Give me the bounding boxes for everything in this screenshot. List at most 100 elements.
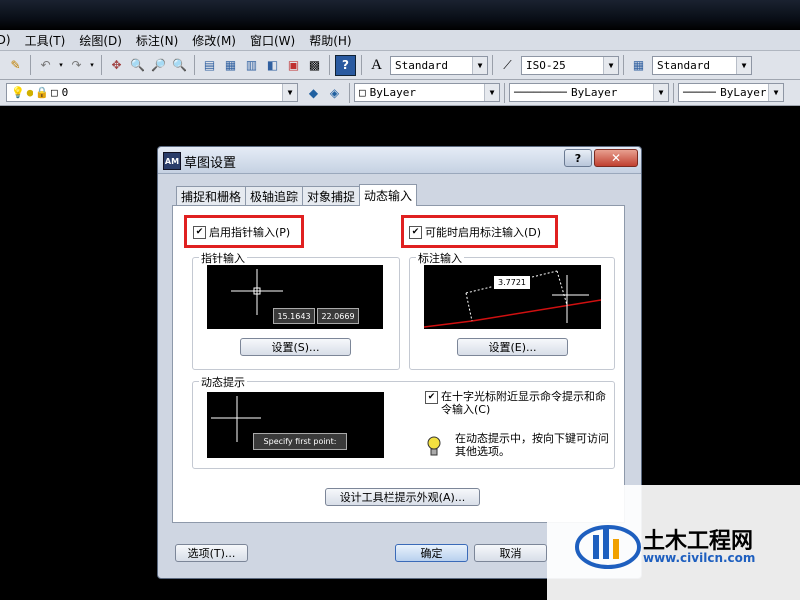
dimension-value-field: 3.7721 [493, 275, 531, 290]
text-style-icon: A [371, 56, 382, 73]
lineweight-select[interactable]: ───── ByLayer ▼ [678, 83, 784, 102]
sheet-set-icon[interactable]: ◧ [263, 56, 282, 75]
sun-icon: ● [26, 86, 34, 99]
toolbar-separator [30, 55, 31, 75]
chevron-down-icon: ▼ [282, 84, 297, 101]
layer-color-swatch: □ [51, 86, 58, 99]
tab-snap-grid[interactable]: 捕捉和栅格 [176, 186, 247, 206]
dynamic-prompts-preview: Specify first point: [207, 392, 384, 458]
toolbar-separator [623, 55, 624, 75]
color-value: ByLayer [369, 86, 416, 99]
menu-help[interactable]: 帮助(H) [302, 32, 358, 49]
zoom-window-icon[interactable]: 🔎 [149, 56, 168, 75]
cancel-button[interactable]: 取消 [474, 544, 547, 562]
markup-icon[interactable]: ▣ [284, 56, 303, 75]
properties-icon[interactable]: ▤ [200, 56, 219, 75]
dialog-title: 草图设置 [184, 156, 237, 171]
layer-value: 0 [61, 86, 69, 99]
table-style-select[interactable]: Standard ▼ [652, 55, 752, 75]
menu-modify[interactable]: 修改(M) [185, 32, 243, 49]
redo-icon[interactable]: ↷ [67, 56, 86, 75]
toolbar-separator [361, 55, 362, 75]
help-icon[interactable]: ? [335, 54, 356, 76]
tab-object-snap[interactable]: 对象捕捉 [302, 186, 361, 206]
linetype-sample: ──────── [514, 86, 567, 99]
text-style-value: Standard [395, 58, 448, 72]
layer-previous-icon[interactable]: ◈ [325, 83, 344, 102]
watermark-url: www.civilcn.com [643, 551, 756, 565]
highlight-box-pointer [184, 215, 304, 248]
dynamic-input-panel: ✔ 启用指针输入(P) ✔ 可能时启用标注输入(D) 指针输入 15.1643 … [172, 205, 625, 523]
window-titlebar [0, 0, 800, 30]
dynamic-prompts-group-label: 动态提示 [199, 374, 247, 390]
pointer-input-group: 指针输入 15.1643 22.0669 设置(S)... [192, 250, 400, 370]
toolbar-separator [673, 82, 674, 103]
tab-strip: 捕捉和栅格 极轴追踪 对象捕捉 动态输入 [176, 184, 418, 206]
linetype-value: ByLayer [570, 86, 618, 99]
menu-draw[interactable]: 绘图(D) [72, 32, 129, 49]
dimension-input-group-label: 标注输入 [416, 250, 464, 266]
tip-text: 在动态提示中，按向下键可访问其他选项。 [455, 432, 609, 458]
match-properties-icon[interactable]: ✎ [6, 56, 25, 75]
show-prompts-checkbox[interactable]: ✔ [425, 391, 438, 404]
chevron-down-icon: ▼ [736, 56, 751, 74]
coord-y-field: 22.0669 [317, 308, 359, 324]
toolbar-separator [349, 82, 350, 103]
chevron-down-icon: ▼ [484, 84, 499, 101]
dimension-input-preview: 3.7721 [423, 265, 602, 329]
lock-icon: 🔒 [35, 86, 50, 99]
pan-icon[interactable]: ✥ [107, 56, 126, 75]
chevron-down-icon: ▼ [653, 84, 668, 101]
close-button[interactable]: ✕ [594, 149, 638, 167]
civilcn-logo-icon [575, 525, 641, 569]
zoom-previous-icon[interactable]: 🔍 [170, 56, 189, 75]
options-button[interactable]: 选项(T)... [175, 544, 248, 562]
design-center-icon[interactable]: ▦ [221, 56, 240, 75]
color-swatch: □ [359, 86, 366, 99]
toolbar-separator [194, 55, 195, 75]
undo-dropdown-icon[interactable]: ▾ [57, 56, 65, 75]
command-prompt-preview: Specify first point: [253, 433, 347, 450]
zoom-realtime-icon[interactable]: 🔍 [128, 56, 147, 75]
drafting-tooltip-appearance-button[interactable]: 设计工具栏提示外观(A)... [325, 488, 480, 506]
menu-bar: (D) 工具(T) 绘图(D) 标注(N) 修改(M) 窗口(W) 帮助(H) [0, 30, 800, 51]
menu-tools[interactable]: 工具(T) [18, 32, 73, 49]
menu-window[interactable]: 窗口(W) [243, 32, 302, 49]
chevron-down-icon: ▼ [472, 56, 487, 74]
menu-view[interactable]: (D) [0, 33, 18, 47]
dimension-input-settings-button[interactable]: 设置(E)... [457, 338, 568, 356]
redo-dropdown-icon[interactable]: ▾ [88, 56, 96, 75]
table-style-value: Standard [657, 58, 710, 72]
layer-select[interactable]: 💡 ● 🔒 □ 0 ▼ [6, 83, 298, 102]
chevron-down-icon: ▼ [768, 84, 783, 101]
menu-dimension[interactable]: 标注(N) [129, 32, 185, 49]
dim-style-select[interactable]: ISO-25 ▼ [521, 55, 619, 75]
autocad-app-icon: AM [163, 152, 181, 170]
show-prompts-label: 在十字光标附近显示命令提示和命令输入(C) [441, 390, 606, 416]
make-current-layer-icon[interactable]: ◆ [304, 83, 323, 102]
lineweight-value: ByLayer [720, 86, 767, 99]
dialog-titlebar: AM 草图设置 ? ✕ [158, 147, 641, 174]
text-style-select[interactable]: Standard ▼ [390, 55, 488, 75]
standard-toolbar: ✎ ↶ ▾ ↷ ▾ ✥ 🔍 🔎 🔍 ▤ ▦ ▥ ◧ ▣ ▩ ? A Standa… [0, 51, 800, 80]
pointer-input-preview: 15.1643 22.0669 [207, 265, 383, 329]
layers-properties-toolbar: 💡 ● 🔒 □ 0 ▼ ◆ ◈ □ ByLayer ▼ ──────── ByL… [0, 80, 800, 106]
help-button[interactable]: ? [564, 149, 592, 167]
calculator-icon[interactable]: ▩ [305, 56, 324, 75]
color-select[interactable]: □ ByLayer ▼ [354, 83, 500, 102]
undo-icon[interactable]: ↶ [36, 56, 55, 75]
toolbar-separator [504, 82, 505, 103]
dynamic-prompts-group: 动态提示 Specify first point: ✔ 在十字光标附近显示命令提… [192, 374, 615, 469]
tab-polar-tracking[interactable]: 极轴追踪 [245, 186, 304, 206]
show-prompts-row[interactable]: ✔ 在十字光标附近显示命令提示和命令输入(C) [425, 390, 609, 416]
lineweight-sample: ───── [683, 86, 717, 99]
highlight-box-dimension [401, 215, 558, 248]
dimension-input-group: 标注输入 3.7721 设置(E)... [409, 250, 615, 370]
dim-style-icon: ⟋ [503, 57, 512, 72]
lightbulb-icon [427, 435, 441, 459]
linetype-select[interactable]: ──────── ByLayer ▼ [509, 83, 669, 102]
pointer-input-settings-button[interactable]: 设置(S)... [240, 338, 351, 356]
tool-palettes-icon[interactable]: ▥ [242, 56, 261, 75]
tab-dynamic-input[interactable]: 动态输入 [359, 184, 418, 206]
ok-button[interactable]: 确定 [395, 544, 468, 562]
